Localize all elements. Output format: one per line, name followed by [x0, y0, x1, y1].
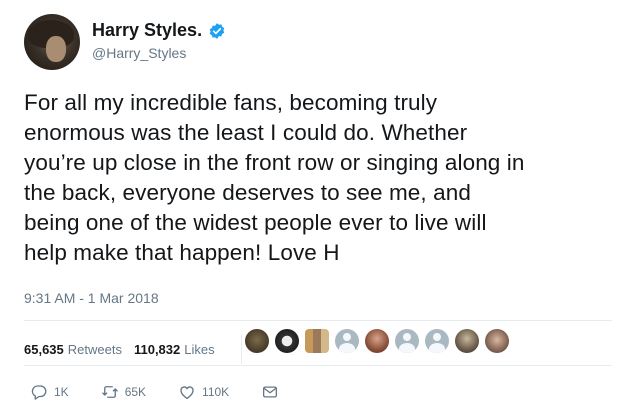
- divider: [24, 365, 612, 366]
- retweet-count: 65K: [124, 385, 147, 399]
- liker-avatar[interactable]: [245, 329, 269, 353]
- liker-avatar[interactable]: [425, 329, 449, 353]
- liker-avatar[interactable]: [395, 329, 419, 353]
- tweet-timestamp[interactable]: 9:31 AM - 1 Mar 2018: [24, 290, 159, 306]
- tweet-actions: 1K 65K 110K: [30, 383, 311, 401]
- liker-avatar[interactable]: [335, 329, 359, 353]
- retweets-label: Retweets: [67, 341, 122, 357]
- likes-label: Likes: [184, 341, 215, 357]
- liker-avatars: [245, 329, 509, 353]
- liker-avatar[interactable]: [365, 329, 389, 353]
- user-handle[interactable]: @Harry_Styles: [92, 45, 186, 61]
- reply-icon: [31, 385, 47, 400]
- engagement-stats: 65,635 Retweets 110,832 Likes: [24, 334, 242, 364]
- liker-avatar[interactable]: [455, 329, 479, 353]
- divider: [24, 320, 612, 321]
- display-name[interactable]: Harry Styles.: [92, 20, 202, 41]
- tweet-line: help make that happen! Love H: [24, 240, 340, 265]
- like-icon: [180, 386, 194, 400]
- avatar-face: [46, 36, 66, 62]
- reply-button[interactable]: 1K: [30, 383, 69, 401]
- liker-avatar[interactable]: [485, 329, 509, 353]
- liker-avatar[interactable]: [305, 329, 329, 353]
- message-icon: [263, 386, 278, 398]
- retweet-icon: [101, 386, 118, 398]
- like-button[interactable]: 110K: [178, 383, 229, 401]
- retweet-button[interactable]: 65K: [101, 383, 146, 401]
- tweet-line: For all my incredible fans, becoming tru…: [24, 90, 438, 115]
- profile-avatar[interactable]: [24, 14, 80, 70]
- likes-count: 110,832: [133, 341, 181, 357]
- stats-separator: [240, 334, 242, 364]
- verified-badge-icon: [209, 22, 225, 39]
- like-count: 110K: [202, 385, 230, 399]
- name-row: Harry Styles.: [92, 20, 226, 41]
- tweet-line: enormous was the least I could do. Wheth…: [24, 120, 468, 145]
- retweets-stat[interactable]: 65,635 Retweets: [24, 342, 122, 357]
- tweet-line: being one of the widest people ever to l…: [24, 210, 487, 235]
- liker-avatar[interactable]: [275, 329, 299, 353]
- tweet-card: Harry Styles. @Harry_Styles For all my i…: [0, 0, 636, 419]
- tweet-line: the back, everyone deserves to see me, a…: [24, 180, 471, 205]
- reply-count: 1K: [54, 385, 69, 399]
- tweet-line: you’re up close in the front row or sing…: [24, 150, 525, 175]
- tweet-text: For all my incredible fans, becoming tru…: [24, 88, 624, 268]
- direct-message-button[interactable]: [261, 383, 279, 401]
- likes-stat[interactable]: 110,832 Likes: [134, 342, 215, 357]
- retweets-count: 65,635: [24, 341, 64, 357]
